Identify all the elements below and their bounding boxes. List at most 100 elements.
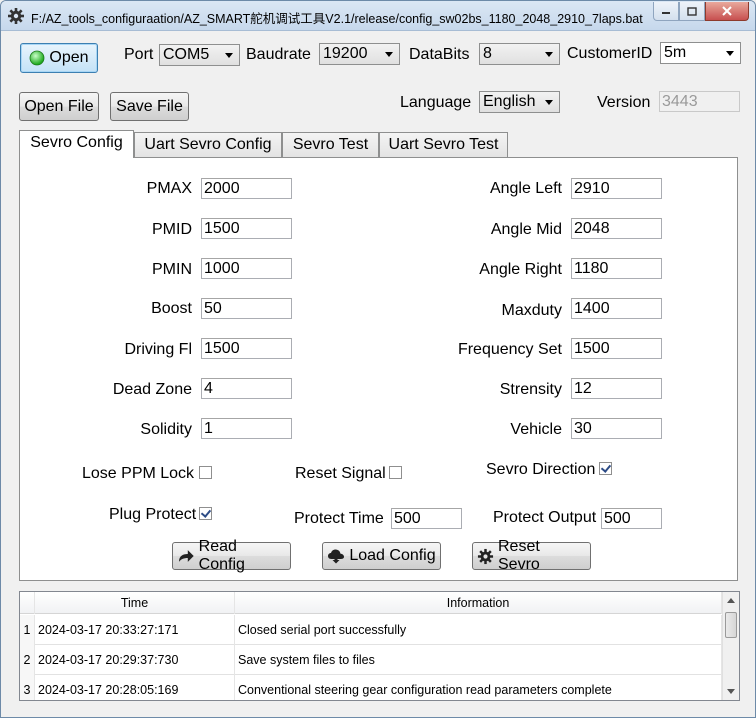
- angle-right-label: Angle Right: [479, 261, 562, 278]
- baudrate-value: 19200: [323, 45, 368, 62]
- maxduty-input[interactable]: 1400: [571, 298, 662, 319]
- row-index-header: [20, 592, 35, 614]
- title-bar[interactable]: F:/AZ_tools_configuraation/AZ_SMART舵机调试工…: [1, 1, 755, 31]
- cloud-download-icon: [328, 549, 345, 564]
- maxduty-label: Maxduty: [501, 302, 562, 319]
- table-row[interactable]: 2 2024-03-17 20:29:37:730 Save system fi…: [20, 645, 722, 675]
- log-table[interactable]: Time Information 1 2024-03-17 20:33:27:1…: [19, 591, 740, 701]
- language-select[interactable]: English: [479, 91, 560, 113]
- baudrate-select[interactable]: 19200: [319, 43, 400, 65]
- frequency-set-input[interactable]: 1500: [571, 338, 662, 359]
- tab-sevro-config[interactable]: Sevro Config: [19, 130, 134, 158]
- row-index: 2: [20, 645, 35, 675]
- maximize-button[interactable]: [679, 2, 705, 21]
- time-column-header[interactable]: Time: [35, 592, 235, 614]
- read-config-button[interactable]: Read Config: [172, 538, 291, 573]
- log-scrollbar[interactable]: [722, 592, 739, 700]
- save-file-label: Save File: [116, 97, 183, 115]
- tab-uart-sevro-test[interactable]: Uart Sevro Test: [379, 132, 508, 157]
- dead-zone-input[interactable]: 4: [201, 378, 292, 399]
- read-config-label: Read Config: [198, 538, 245, 573]
- baudrate-label: Baudrate: [246, 46, 311, 63]
- solidity-input[interactable]: 1: [201, 418, 292, 439]
- version-field: 3443: [659, 91, 740, 112]
- language-label: Language: [400, 94, 472, 111]
- reset-sevro-button[interactable]: Reset Sevro: [472, 538, 591, 573]
- protect-time-input[interactable]: 500: [391, 508, 462, 529]
- customerid-select[interactable]: 5m: [660, 42, 741, 64]
- row-time: 2024-03-17 20:28:05:169: [35, 675, 235, 700]
- pmin-input[interactable]: 1000: [201, 258, 292, 279]
- maximize-icon: [687, 6, 697, 16]
- port-select[interactable]: COM5: [159, 44, 240, 66]
- pmid-input[interactable]: 1500: [201, 218, 292, 239]
- chevron-down-icon: [726, 51, 734, 56]
- scroll-down-icon[interactable]: [727, 689, 735, 694]
- driving-fl-label: Driving Fl: [124, 341, 192, 358]
- gear-icon: [8, 8, 24, 24]
- pmid-label: PMID: [152, 221, 192, 238]
- databits-select[interactable]: 8: [479, 43, 560, 65]
- driving-fl-input[interactable]: 1500: [201, 338, 292, 359]
- angle-mid-input[interactable]: 2048: [571, 218, 662, 239]
- strensity-input[interactable]: 12: [571, 378, 662, 399]
- row-index: 1: [20, 615, 35, 645]
- load-config-button[interactable]: Load Config: [322, 542, 441, 570]
- customerid-label: CustomerID: [567, 45, 653, 62]
- window-controls: [653, 2, 749, 22]
- chevron-down-icon: [545, 52, 553, 57]
- strensity-label: Strensity: [499, 381, 562, 398]
- chevron-down-icon: [385, 52, 393, 57]
- protect-output-label: Protect Output: [493, 509, 597, 526]
- protect-output-input[interactable]: 500: [601, 508, 662, 529]
- row-index: 3: [20, 675, 35, 700]
- lose-ppm-lock-label: Lose PPM Lock: [82, 465, 195, 482]
- open-file-button[interactable]: Open File: [19, 92, 99, 121]
- protect-time-label: Protect Time: [294, 510, 384, 527]
- gear-icon: [477, 548, 494, 564]
- lose-ppm-lock-checkbox[interactable]: [199, 466, 212, 479]
- sevro-direction-checkbox[interactable]: [599, 462, 612, 475]
- table-row[interactable]: 3 2024-03-17 20:28:05:169 Conventional s…: [20, 675, 722, 700]
- open-port-button[interactable]: Open: [20, 43, 98, 73]
- status-led-icon: [30, 50, 45, 66]
- scroll-up-icon[interactable]: [727, 598, 735, 603]
- scroll-thumb[interactable]: [725, 612, 737, 638]
- row-information: Conventional steering gear configuration…: [235, 675, 722, 700]
- databits-label: DataBits: [409, 46, 470, 63]
- tab-sevro-test[interactable]: Sevro Test: [282, 132, 379, 157]
- vehicle-label: Vehicle: [510, 421, 562, 438]
- solidity-label: Solidity: [140, 421, 192, 438]
- tab-uart-sevro-config[interactable]: Uart Sevro Config: [134, 132, 282, 157]
- pmax-input[interactable]: 2000: [201, 178, 292, 199]
- app-window: F:/AZ_tools_configuraation/AZ_SMART舵机调试工…: [0, 0, 756, 718]
- chevron-down-icon: [225, 53, 233, 58]
- close-icon: [722, 6, 732, 16]
- boost-input[interactable]: 50: [201, 298, 292, 319]
- save-file-button[interactable]: Save File: [110, 92, 189, 121]
- table-row[interactable]: 1 2024-03-17 20:33:27:171 Closed serial …: [20, 615, 722, 645]
- angle-right-input[interactable]: 1180: [571, 258, 662, 279]
- load-config-label: Load Config: [349, 547, 436, 564]
- row-time: 2024-03-17 20:29:37:730: [35, 645, 235, 675]
- row-time: 2024-03-17 20:33:27:171: [35, 615, 235, 645]
- information-column-header[interactable]: Information: [235, 592, 722, 614]
- window-title: F:/AZ_tools_configuraation/AZ_SMART舵机调试工…: [31, 12, 643, 26]
- pmin-label: PMIN: [152, 261, 192, 278]
- reset-sevro-label: Reset Sevro: [498, 538, 540, 573]
- sevro-direction-label: Sevro Direction: [486, 461, 596, 478]
- close-button[interactable]: [705, 2, 749, 21]
- port-value: COM5: [163, 46, 210, 63]
- row-information: Closed serial port successfully: [235, 615, 722, 645]
- port-label: Port: [124, 46, 154, 63]
- boost-label: Boost: [151, 300, 192, 317]
- row-information: Save system files to files: [235, 645, 722, 675]
- minimize-button[interactable]: [653, 2, 679, 21]
- plug-protect-checkbox[interactable]: [199, 507, 212, 520]
- open-file-label: Open File: [24, 97, 94, 115]
- angle-left-input[interactable]: 2910: [571, 178, 662, 199]
- vehicle-input[interactable]: 30: [571, 418, 662, 439]
- reset-signal-checkbox[interactable]: [389, 466, 402, 479]
- chevron-down-icon: [545, 100, 553, 105]
- pmax-label: PMAX: [146, 180, 192, 197]
